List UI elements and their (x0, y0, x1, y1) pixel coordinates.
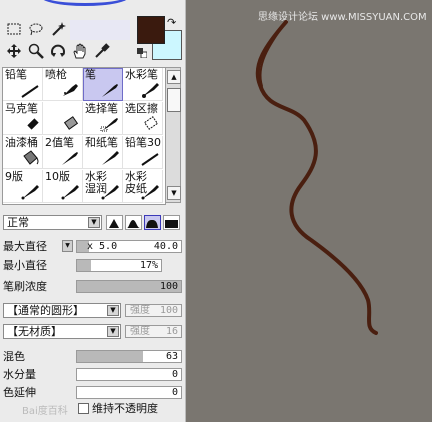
brush-stroke (255, 20, 378, 335)
size-menu-icon[interactable]: ▼ (62, 240, 73, 252)
brush-bucket-8[interactable]: 油漆桶 (3, 136, 43, 169)
reset-colors-icon[interactable] (137, 48, 148, 59)
tool-spacer (70, 20, 130, 40)
brush-select-pen-6[interactable]: 选择笔 (83, 102, 123, 135)
min-size-value: 17% (139, 260, 158, 271)
brush-label: 9版 (5, 170, 23, 183)
select-icon[interactable] (4, 20, 24, 38)
brush-scrollbar[interactable]: ▲ ▼ (165, 67, 181, 203)
blend-mode-value: 正常 (7, 216, 29, 229)
foreground-color-swatch[interactable] (137, 16, 165, 44)
brush-label: 马克笔 (5, 102, 38, 115)
texture-strength-slider[interactable]: 强度 16 (125, 325, 182, 338)
brush-shape-row (106, 215, 182, 230)
brush-label: 油漆桶 (5, 136, 38, 149)
brush-binary-pen-9[interactable]: 2值笔 (43, 136, 83, 169)
keep-opacity-checkbox[interactable] (78, 403, 89, 414)
move-icon[interactable] (4, 42, 24, 60)
chevron-down-icon: ▼ (107, 305, 119, 316)
brush-label: 笔 (85, 68, 96, 81)
texture-strength-value: 16 (165, 326, 178, 337)
blending-label: 混色 (3, 350, 25, 363)
max-size-slider[interactable]: x 5.0 40.0 (76, 240, 182, 253)
tip-flat-icon[interactable] (163, 215, 180, 230)
water-slider[interactable]: 0 (76, 368, 182, 381)
chevron-down-icon: ▼ (88, 217, 100, 228)
scroll-thumb[interactable] (167, 88, 181, 112)
lasso-icon[interactable] (26, 20, 46, 38)
brush-label: 喷枪 (45, 68, 67, 81)
rotate-icon[interactable] (48, 42, 68, 60)
brush-label: 铅笔30 (125, 136, 161, 149)
persistence-label: 色延伸 (3, 386, 36, 399)
max-size-multiplier: x 5.0 (87, 241, 118, 252)
density-value: 100 (159, 281, 178, 292)
blend-mode-select[interactable]: 正常 ▼ (3, 215, 102, 230)
brush-airbrush-1[interactable]: 喷枪 (43, 68, 83, 101)
color-wheel-edge (40, 0, 130, 6)
density-label: 笔刷浓度 (3, 280, 47, 293)
scroll-down-icon[interactable]: ▼ (167, 186, 181, 200)
blending-slider[interactable]: 63 (76, 350, 182, 363)
shape-strength-slider[interactable]: 强度 100 (125, 304, 182, 317)
tip-round-icon[interactable] (125, 215, 142, 230)
zoom-icon[interactable] (26, 42, 46, 60)
magic-wand-icon[interactable] (48, 20, 68, 38)
baidu-watermark: Bai度百科 (22, 406, 68, 417)
tool-panel: ↷ 铅笔 喷枪笔水彩笔 马克笔 选择笔 选区擦 油漆桶 2值笔 和纸笔 铅笔30 9版 10版 水彩 … (0, 0, 186, 422)
keep-opacity-label: 维持不透明度 (92, 402, 158, 415)
blending-fill (77, 351, 143, 362)
scroll-up-icon[interactable]: ▲ (167, 70, 181, 84)
brush-marker-4[interactable]: 马克笔 (3, 102, 43, 135)
brush-label: 选择笔 (85, 102, 118, 115)
eyedropper-icon[interactable] (92, 42, 112, 60)
min-size-label: 最小直径 (3, 259, 47, 272)
brush-grid: 铅笔 喷枪 笔 水彩笔马克笔 选择笔 选区擦油漆桶 2值笔 和纸笔 铅笔30 9版 10版 水彩 湿润… (2, 67, 166, 205)
water-label: 水分量 (3, 368, 36, 381)
texture-strength-label: 强度 (130, 326, 150, 337)
drawing-canvas[interactable]: 思缘设计论坛 www.MISSYUAN.COM (186, 0, 432, 422)
brush-label: 选区擦 (125, 102, 158, 115)
brush-brush-14[interactable]: 水彩 湿润 (83, 170, 123, 203)
texture-select[interactable]: 【无材质】 ▼ (3, 324, 121, 339)
brush-brush-12[interactable]: 9版 (3, 170, 43, 203)
brush-label: 和纸笔 (85, 136, 118, 149)
brush-shape-value: 【通常的圆形】 (7, 304, 84, 317)
brush-label: 10版 (45, 170, 70, 183)
max-size-label: 最大直径 (3, 240, 47, 253)
tip-sharp-icon[interactable] (106, 215, 123, 230)
brush-shape-select[interactable]: 【通常的圆形】 ▼ (3, 303, 121, 318)
brush-label: 2值笔 (45, 136, 74, 149)
shape-strength-label: 强度 (130, 305, 150, 316)
brush-eraser-5[interactable] (43, 102, 83, 135)
max-size-value: 40.0 (153, 241, 178, 252)
hand-icon[interactable] (70, 42, 90, 60)
brush-pencil-0[interactable]: 铅笔 (3, 68, 43, 101)
density-slider[interactable]: 100 (76, 280, 182, 293)
brush-label: 铅笔 (5, 68, 27, 81)
brush-pen-2[interactable]: 笔 (83, 68, 123, 101)
tip-soft-icon[interactable] (144, 215, 161, 230)
brush-brush-13[interactable]: 10版 (43, 170, 83, 203)
brush-select-eraser-7[interactable]: 选区擦 (123, 102, 163, 135)
water-value: 0 (171, 369, 178, 380)
blending-value: 63 (165, 351, 178, 362)
texture-value: 【无材质】 (7, 325, 62, 338)
swap-colors-icon[interactable]: ↷ (167, 17, 181, 29)
brush-brush-15[interactable]: 水彩 皮纸 (123, 170, 163, 203)
brush-pencil-11[interactable]: 铅笔30 (123, 136, 163, 169)
min-size-slider[interactable]: 17% (76, 259, 162, 272)
brush-washi-pen-10[interactable]: 和纸笔 (83, 136, 123, 169)
persistence-value: 0 (171, 387, 178, 398)
brush-label: 水彩笔 (125, 68, 158, 81)
brush-watercolor-3[interactable]: 水彩笔 (123, 68, 163, 101)
persistence-slider[interactable]: 0 (76, 386, 182, 399)
shape-strength-value: 100 (159, 305, 178, 316)
chevron-down-icon: ▼ (107, 326, 119, 337)
min-size-fill (77, 260, 92, 271)
